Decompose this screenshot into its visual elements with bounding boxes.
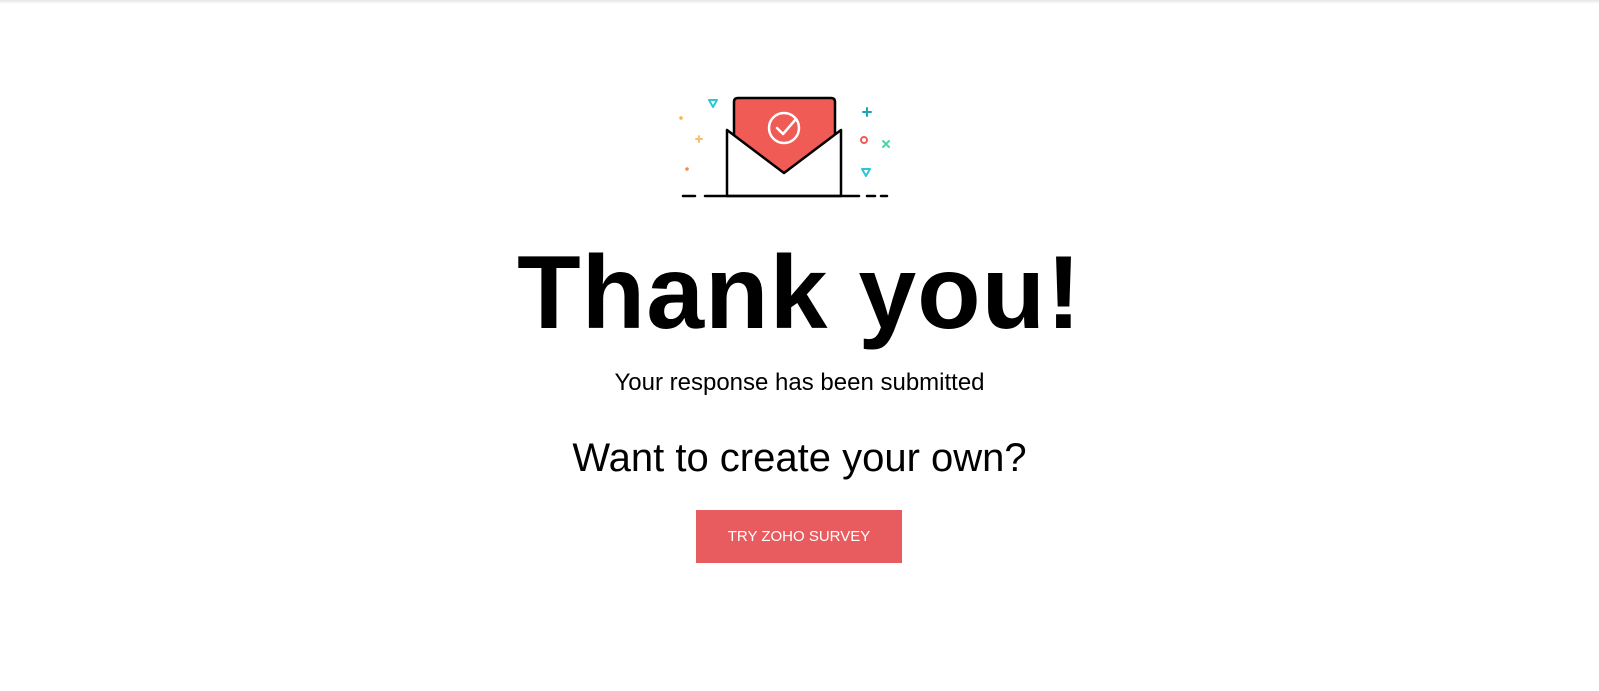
try-zoho-survey-button[interactable]: TRY ZOHO SURVEY: [696, 510, 902, 563]
envelope-check-icon: [679, 96, 890, 198]
page-title: Thank you!: [517, 235, 1082, 351]
thank-you-page: Thank you! Your response has been submit…: [0, 0, 1599, 691]
top-bar-shadow: [0, 0, 1599, 4]
create-own-prompt: Want to create your own?: [572, 436, 1027, 480]
submission-message: Your response has been submitted: [614, 369, 985, 396]
